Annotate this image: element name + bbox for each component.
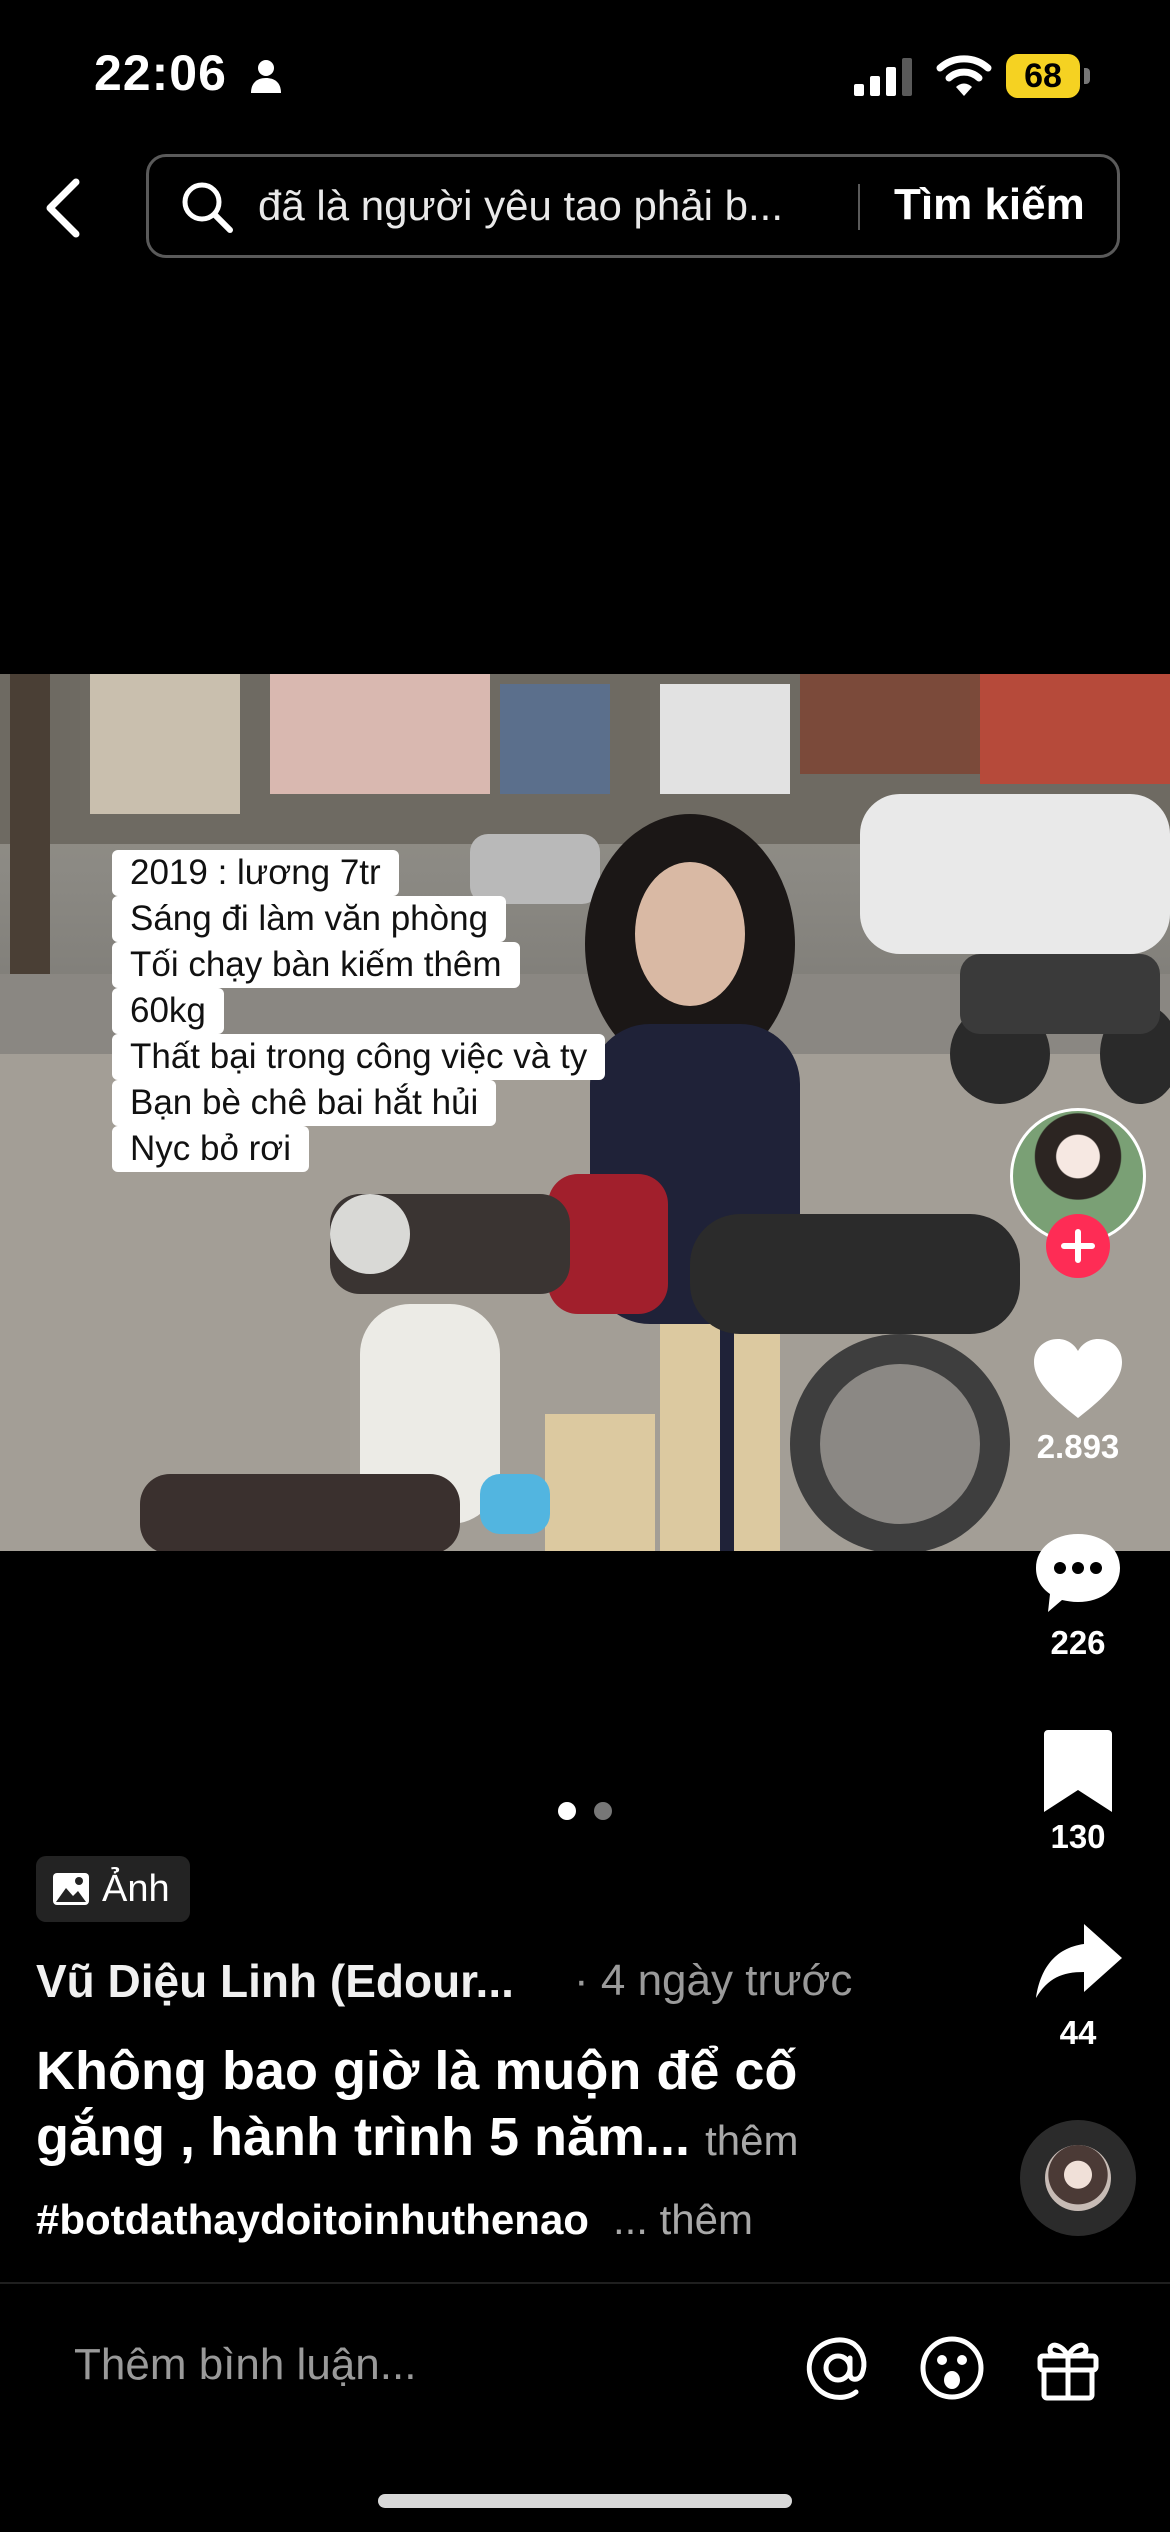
overlay-line: Nyc bỏ rơi xyxy=(112,1126,310,1172)
wifi-icon xyxy=(936,55,992,96)
status-time: 22:06 xyxy=(94,45,227,101)
search-button[interactable]: Tìm kiếm xyxy=(894,180,1085,230)
comment-input[interactable]: Thêm bình luận... xyxy=(74,2340,416,2390)
comment-count: 226 xyxy=(1050,1624,1106,1661)
author-name[interactable]: Vũ Diệu Linh (Edour... xyxy=(36,1954,556,2008)
overlay-line: Thất bại trong công việc và ty xyxy=(112,1034,606,1080)
heart-icon[interactable] xyxy=(1030,1336,1126,1422)
signal-icon xyxy=(854,58,912,96)
like-count: 2.893 xyxy=(1036,1428,1120,1465)
music-disc[interactable] xyxy=(1020,2120,1136,2236)
battery-icon: 68 xyxy=(1006,54,1092,98)
caption-more-link[interactable]: thêm xyxy=(705,2117,798,2164)
bottom-divider xyxy=(0,2282,1170,2284)
emoji-icon[interactable] xyxy=(918,2334,986,2402)
gift-icon[interactable] xyxy=(1034,2334,1102,2402)
overlay-line: Bạn bè chê bai hắt hủi xyxy=(112,1080,497,1126)
back-button[interactable] xyxy=(40,176,90,240)
follow-button[interactable] xyxy=(1046,1214,1110,1278)
share-icon[interactable] xyxy=(1030,1920,1126,2006)
overlay-line: 60kg xyxy=(112,988,224,1034)
overlay-line: Tối chạy bàn kiếm thêm xyxy=(112,942,520,988)
mention-icon[interactable] xyxy=(804,2334,872,2402)
photo-badge-label: Ảnh xyxy=(102,1867,170,1910)
comment-icon[interactable] xyxy=(1030,1530,1126,1616)
image-icon xyxy=(53,1873,89,1905)
search-divider xyxy=(858,184,860,230)
post-time: · 4 ngày trước xyxy=(574,1956,853,2005)
hashtag-row: #botdathaydoitoinhuthenao ... thêm xyxy=(36,2196,753,2244)
battery-level: 68 xyxy=(1006,54,1080,98)
plus-icon xyxy=(1061,1229,1095,1263)
person-icon xyxy=(251,60,281,93)
photo-text-overlay: 2019 : lương 7tr Sáng đi làm văn phòng T… xyxy=(112,850,606,1172)
bookmark-icon[interactable] xyxy=(1030,1728,1126,1814)
pagination-dot xyxy=(594,1802,612,1820)
music-cover xyxy=(1045,2145,1111,2211)
photo-badge: Ảnh xyxy=(36,1856,190,1922)
overlay-line: Sáng đi làm văn phòng xyxy=(112,896,507,942)
home-indicator xyxy=(378,2494,792,2508)
hashtag-more-link[interactable]: ... thêm xyxy=(613,2196,753,2243)
hashtag-link[interactable]: #botdathaydoitoinhuthenao xyxy=(36,2196,589,2243)
caption-text: Không bao giờ là muộn để cố gắng , hành … xyxy=(36,2041,798,2167)
share-count: 44 xyxy=(1059,2014,1097,2051)
overlay-line: 2019 : lương 7tr xyxy=(112,850,399,896)
search-query[interactable]: đã là người yêu tao phải b... xyxy=(258,182,838,230)
search-icon xyxy=(182,182,233,233)
post-caption[interactable]: Không bao giờ là muộn để cố gắng , hành … xyxy=(36,2038,896,2174)
pagination-dot-active xyxy=(558,1802,576,1820)
save-count: 130 xyxy=(1050,1818,1106,1855)
